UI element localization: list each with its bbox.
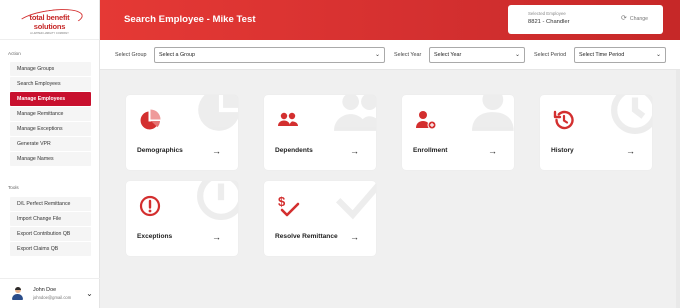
dollar-check-icon: $ <box>278 194 300 217</box>
arrow-right-icon: → <box>350 232 359 242</box>
brand-tagline: A LIMITED LIABILITY COMPANY <box>30 31 69 35</box>
card-demographics[interactable]: Demographics → <box>126 95 238 170</box>
sidebar-item-manage-exceptions[interactable]: Manage Exceptions <box>10 122 91 136</box>
arrow-right-icon: → <box>488 146 497 156</box>
page-title: Search Employee - Mike Test <box>124 14 256 25</box>
sidebar-item-search-employees[interactable]: Search Employees <box>10 77 91 91</box>
card-label: Enrollment <box>413 147 448 154</box>
avatar <box>12 287 23 300</box>
period-select-value: Select Time Period <box>579 52 625 58</box>
card-label: Resolve Remittance <box>275 233 338 240</box>
card-resolve-remittance[interactable]: $ Resolve Remittance → <box>264 181 376 256</box>
refresh-icon: ⟳ <box>621 15 627 22</box>
users-watermark-icon <box>334 95 376 131</box>
alert-circle-watermark-icon <box>197 181 238 220</box>
history-watermark-icon <box>611 95 652 134</box>
chevron-down-icon[interactable]: ⌄ <box>85 289 94 298</box>
selected-employee-box: Selected Employee 8821 - Chandler ⟳ Chan… <box>508 5 663 34</box>
sidebar-item-dl-perfect-remittance[interactable]: D/L Perfect Remittance <box>10 197 91 211</box>
user-plus-icon <box>416 111 437 130</box>
filter-bar: Select Group Select a Group ⌄ Select Yea… <box>100 40 680 70</box>
year-select-value: Select Year <box>434 52 462 58</box>
chevron-down-icon: ⌄ <box>514 52 520 58</box>
group-select-label: Select Group <box>115 52 147 58</box>
sidebar: total benefit solutions A LIMITED LIABIL… <box>0 0 100 308</box>
users-icon <box>278 112 298 126</box>
group-select-value: Select a Group <box>159 52 195 58</box>
card-label: Exceptions <box>137 233 173 240</box>
selected-employee-value: 8821 - Chandler <box>528 19 570 25</box>
year-select-label: Select Year <box>394 52 422 58</box>
svg-text:$: $ <box>278 194 286 209</box>
dollar-check-watermark-icon <box>335 183 376 220</box>
sidebar-item-manage-groups[interactable]: Manage Groups <box>10 62 91 76</box>
card-label: Demographics <box>137 147 183 154</box>
brand-logo[interactable]: total benefit solutions A LIMITED LIABIL… <box>0 0 99 40</box>
period-select[interactable]: Select Time Period ⌄ <box>574 47 666 63</box>
chevron-down-icon: ⌄ <box>655 52 661 58</box>
year-select[interactable]: Select Year ⌄ <box>429 47 525 63</box>
sidebar-item-manage-remittance[interactable]: Manage Remittance <box>10 107 91 121</box>
scrollbar[interactable] <box>676 70 680 308</box>
alert-circle-icon <box>139 195 161 217</box>
sidebar-item-export-contribution-qb[interactable]: Export Contribution QB <box>10 227 91 241</box>
selected-employee-label: Selected Employee <box>528 11 566 16</box>
change-label: Change <box>629 15 649 22</box>
card-enrollment[interactable]: Enrollment → <box>402 95 514 170</box>
arrow-right-icon: → <box>212 232 221 242</box>
history-icon <box>553 110 574 130</box>
period-select-label: Select Period <box>534 52 567 58</box>
card-exceptions[interactable]: Exceptions → <box>126 181 238 256</box>
card-dependents[interactable]: Dependents → <box>264 95 376 170</box>
arrow-right-icon: → <box>626 146 635 156</box>
pie-chart-icon <box>140 109 161 130</box>
brand-name: total benefit solutions <box>29 12 70 31</box>
user-plus-watermark-icon <box>472 95 514 131</box>
group-select[interactable]: Select a Group ⌄ <box>154 47 385 63</box>
card-label: History <box>551 147 574 154</box>
user-name: John Doe <box>33 287 57 293</box>
card-history[interactable]: History → <box>540 95 652 170</box>
page-header: Search Employee - Mike Test Selected Emp… <box>100 0 680 40</box>
sidebar-item-manage-employees[interactable]: Manage Employees <box>10 92 91 106</box>
card-label: Dependents <box>275 147 313 154</box>
sidebar-item-export-claims-qb[interactable]: Export Claims QB <box>10 242 91 256</box>
chevron-down-icon: ⌄ <box>374 52 380 58</box>
action-section-label: Action <box>8 51 21 56</box>
arrow-right-icon: → <box>212 146 221 156</box>
user-email: johndoe@gmail.com <box>33 295 72 300</box>
tools-section-label: Tools <box>8 185 19 190</box>
sidebar-item-generate-vpr[interactable]: Generate VPR <box>10 137 91 151</box>
pie-chart-watermark-icon <box>198 95 238 131</box>
sidebar-item-import-change-file[interactable]: Import Change File <box>10 212 91 226</box>
arrow-right-icon: → <box>350 146 359 156</box>
sidebar-item-manage-names[interactable]: Manage Names <box>10 152 91 166</box>
user-profile[interactable]: John Doe johndoe@gmail.com ⌄ <box>0 278 100 308</box>
change-employee-button[interactable]: ⟳ Change <box>621 15 648 22</box>
